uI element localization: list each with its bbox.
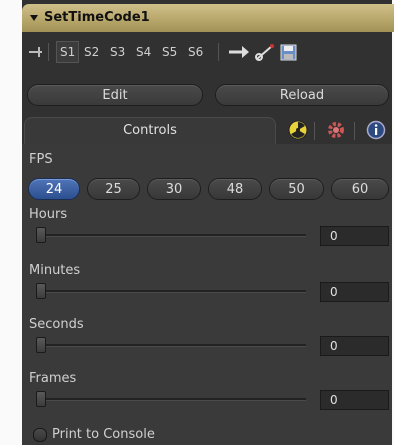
- info-icon[interactable]: [366, 120, 386, 140]
- slot-s4[interactable]: S4: [136, 42, 151, 62]
- frames-input[interactable]: 0: [320, 390, 389, 410]
- arrow-right-icon[interactable]: [228, 42, 250, 62]
- minutes-slider[interactable]: [36, 290, 306, 293]
- minutes-slider-handle[interactable]: [36, 283, 46, 299]
- tab-bar: Controls: [22, 116, 392, 145]
- frames-label: Frames: [29, 371, 77, 386]
- slot-s5[interactable]: S5: [162, 42, 177, 62]
- fps-24-button[interactable]: 24: [28, 178, 80, 200]
- hours-slider-handle[interactable]: [36, 227, 46, 243]
- print-to-console-label: Print to Console: [52, 427, 155, 442]
- tool-header[interactable]: SetTimeCode1: [22, 4, 394, 32]
- hours-label: Hours: [29, 207, 68, 222]
- version-toolbar: S1 S2 S3 S4 S5 S6: [22, 38, 392, 68]
- left-margin: [0, 0, 22, 445]
- hours-slider[interactable]: [36, 234, 306, 237]
- seconds-input[interactable]: 0: [320, 336, 389, 356]
- slot-s1[interactable]: S1: [56, 41, 80, 63]
- tab-separator: [354, 122, 355, 140]
- tool-title: SetTimeCode1: [44, 10, 150, 25]
- fps-30-button[interactable]: 30: [147, 178, 201, 200]
- slot-s6[interactable]: S6: [188, 42, 203, 62]
- link-icon[interactable]: [254, 42, 276, 62]
- save-icon[interactable]: [280, 42, 298, 62]
- fps-label: FPS: [29, 152, 53, 167]
- fps-48-button[interactable]: 48: [208, 178, 262, 200]
- radioactive-icon[interactable]: [288, 120, 308, 140]
- fps-50-button[interactable]: 50: [269, 178, 324, 200]
- seconds-slider[interactable]: [36, 344, 306, 347]
- gear-icon[interactable]: [326, 120, 346, 140]
- slot-s2[interactable]: S2: [84, 42, 99, 62]
- toolbar-separator: [48, 43, 49, 61]
- minutes-input[interactable]: 0: [320, 282, 389, 302]
- reload-button[interactable]: Reload: [215, 84, 389, 106]
- pin-icon[interactable]: [28, 42, 44, 62]
- edit-button[interactable]: Edit: [27, 84, 203, 106]
- collapse-triangle-icon[interactable]: [30, 15, 38, 21]
- frames-slider[interactable]: [36, 398, 306, 401]
- seconds-label: Seconds: [29, 317, 84, 332]
- seconds-slider-handle[interactable]: [36, 337, 46, 353]
- minutes-label: Minutes: [29, 263, 81, 278]
- slot-s3[interactable]: S3: [110, 42, 125, 62]
- print-to-console-checkbox[interactable]: [33, 428, 47, 442]
- toolbar-separator: [218, 43, 219, 61]
- fps-25-button[interactable]: 25: [87, 178, 140, 200]
- tab-separator: [314, 122, 315, 140]
- hours-input[interactable]: 0: [320, 226, 389, 246]
- fps-60-button[interactable]: 60: [331, 178, 389, 200]
- tab-controls[interactable]: Controls: [24, 117, 276, 145]
- frames-slider-handle[interactable]: [36, 391, 46, 407]
